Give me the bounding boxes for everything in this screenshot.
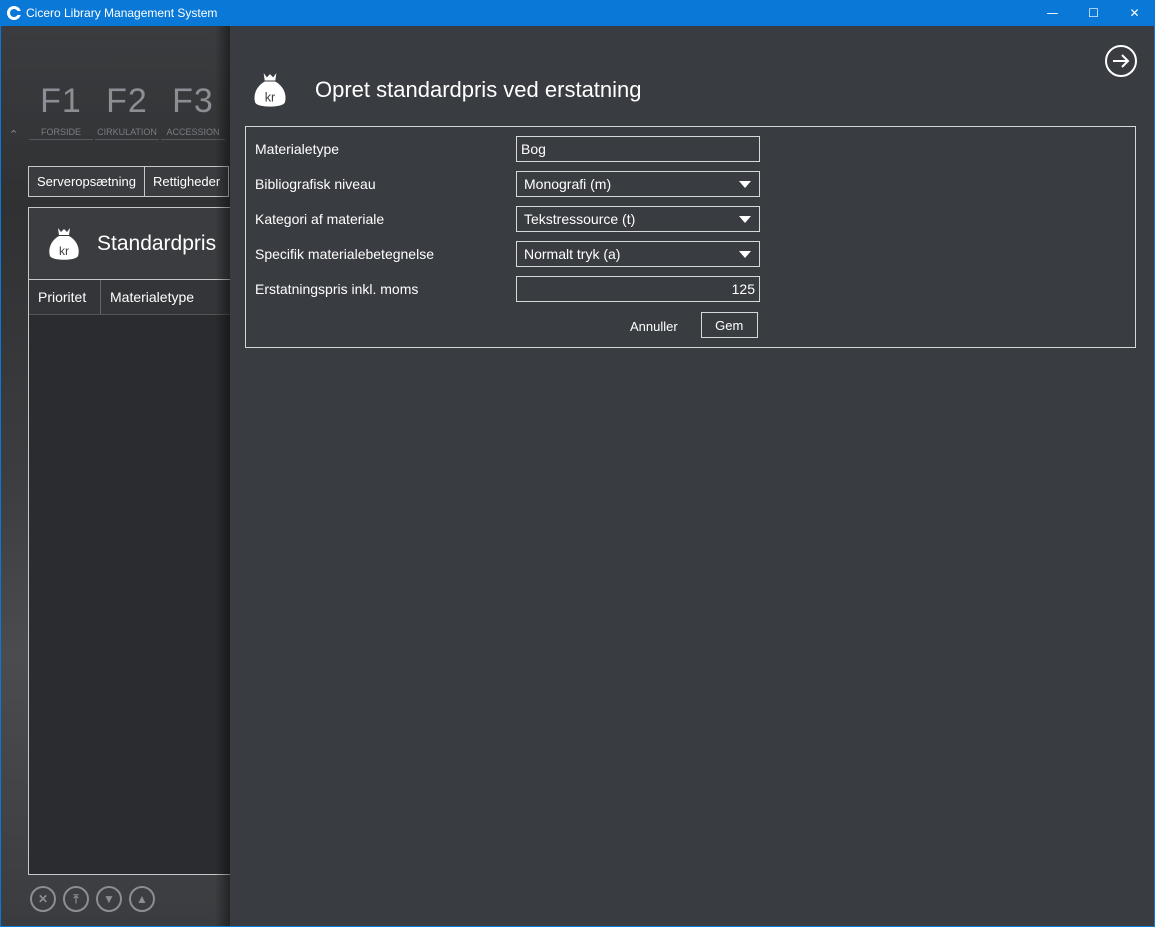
erstatningspris-label: Erstatningspris inkl. moms: [255, 281, 419, 297]
bibliografisk-niveau-select[interactable]: Monografi (m): [516, 171, 760, 197]
collapse-caret-icon[interactable]: ⌃: [9, 128, 18, 141]
kategori-select[interactable]: Tekstressource (t): [516, 206, 760, 232]
list-action-buttons: ✕ ⤒ ▼ ▲: [30, 886, 155, 912]
specifik-materialebetegnelse-select[interactable]: Normalt tryk (a): [516, 241, 760, 267]
fkey-cirkulation[interactable]: F2 CIRKULATION: [95, 82, 159, 140]
specifik-materialebetegnelse-label: Specifik materialebetegnelse: [255, 246, 434, 262]
form-row-materialetype: Materialetype Bog: [255, 136, 760, 162]
window-title: Cicero Library Management System: [26, 6, 218, 20]
fkey-key: F2: [106, 82, 148, 120]
form-row-kategori: Kategori af materiale Tekstressource (t): [255, 206, 760, 232]
standardpris-header: kr Standardpris: [29, 208, 231, 280]
form-row-bibliografisk-niveau: Bibliografisk niveau Monografi (m): [255, 171, 760, 197]
background-app: ⌃ F1 FORSIDE F2 CIRKULATION F3 ACCESSION…: [1, 26, 231, 926]
save-button[interactable]: Gem: [700, 312, 758, 338]
form-row-erstatningspris: Erstatningspris inkl. moms 125: [255, 276, 760, 302]
function-key-nav: F1 FORSIDE F2 CIRKULATION F3 ACCESSION: [29, 82, 225, 140]
delete-icon[interactable]: ✕: [30, 886, 56, 912]
price-form: Materialetype Bog Bibliografisk niveau M…: [245, 126, 1136, 348]
dialog-title: Opret standardpris ved erstatning: [315, 77, 642, 102]
fkey-label: FORSIDE: [40, 127, 81, 137]
fkey-forside[interactable]: F1 FORSIDE: [29, 82, 93, 140]
select-value: Normalt tryk (a): [524, 246, 621, 262]
dropdown-arrow-icon: [739, 181, 751, 188]
standardpris-title: Standardpris: [97, 231, 217, 255]
money-bag-icon: kr: [254, 73, 286, 107]
panel-shadow: [215, 26, 231, 926]
kr-label: kr: [265, 91, 276, 105]
kategori-label: Kategori af materiale: [255, 211, 385, 227]
dropdown-arrow-icon: [739, 216, 751, 223]
minimize-button[interactable]: —: [1032, 0, 1073, 26]
close-panel-button[interactable]: [1105, 45, 1137, 77]
move-down-icon[interactable]: ▼: [96, 886, 122, 912]
cancel-button[interactable]: Annuller: [630, 317, 678, 334]
move-top-icon[interactable]: ⤒: [63, 886, 89, 912]
maximize-button[interactable]: ☐: [1073, 0, 1114, 26]
standardpris-panel: kr Standardpris Prioritet Materialetype: [28, 207, 231, 875]
column-header-materialetype[interactable]: Materialetype: [101, 280, 194, 314]
money-bag-icon: kr: [49, 227, 79, 260]
arrow-right-icon: [1113, 54, 1130, 68]
dropdown-arrow-icon: [739, 251, 751, 258]
select-value: Monografi (m): [524, 176, 612, 192]
dialog-header: kr Opret standardpris ved erstatning: [252, 71, 642, 109]
select-value: Tekstressource (t): [524, 211, 636, 227]
fkey-key: F1: [40, 82, 82, 120]
kr-label: kr: [59, 244, 69, 258]
form-row-specifik: Specifik materialebetegnelse Normalt try…: [255, 241, 760, 267]
bibliografisk-niveau-label: Bibliografisk niveau: [255, 176, 376, 192]
cicero-logo-icon: [7, 6, 22, 20]
table-header: Prioritet Materialetype: [29, 280, 231, 315]
column-header-prioritet[interactable]: Prioritet: [29, 280, 101, 314]
window-controls: — ☐ ✕: [1032, 0, 1155, 26]
fkey-label: CIRKULATION: [97, 127, 157, 137]
materialetype-label: Materialetype: [255, 141, 340, 157]
erstatningspris-input[interactable]: 125: [516, 276, 760, 302]
tab-serveropsaetning[interactable]: Serveropsætning: [28, 166, 145, 197]
window-titlebar: Cicero Library Management System — ☐ ✕: [0, 0, 1155, 26]
close-window-button[interactable]: ✕: [1114, 0, 1155, 26]
create-price-panel: kr Opret standardpris ved erstatning Mat…: [230, 26, 1154, 926]
move-up-icon[interactable]: ▲: [129, 886, 155, 912]
settings-tabs: Serveropsætning Rettigheder: [28, 166, 230, 197]
materialetype-input[interactable]: Bog: [516, 136, 760, 162]
form-actions: Annuller Gem: [630, 312, 758, 338]
